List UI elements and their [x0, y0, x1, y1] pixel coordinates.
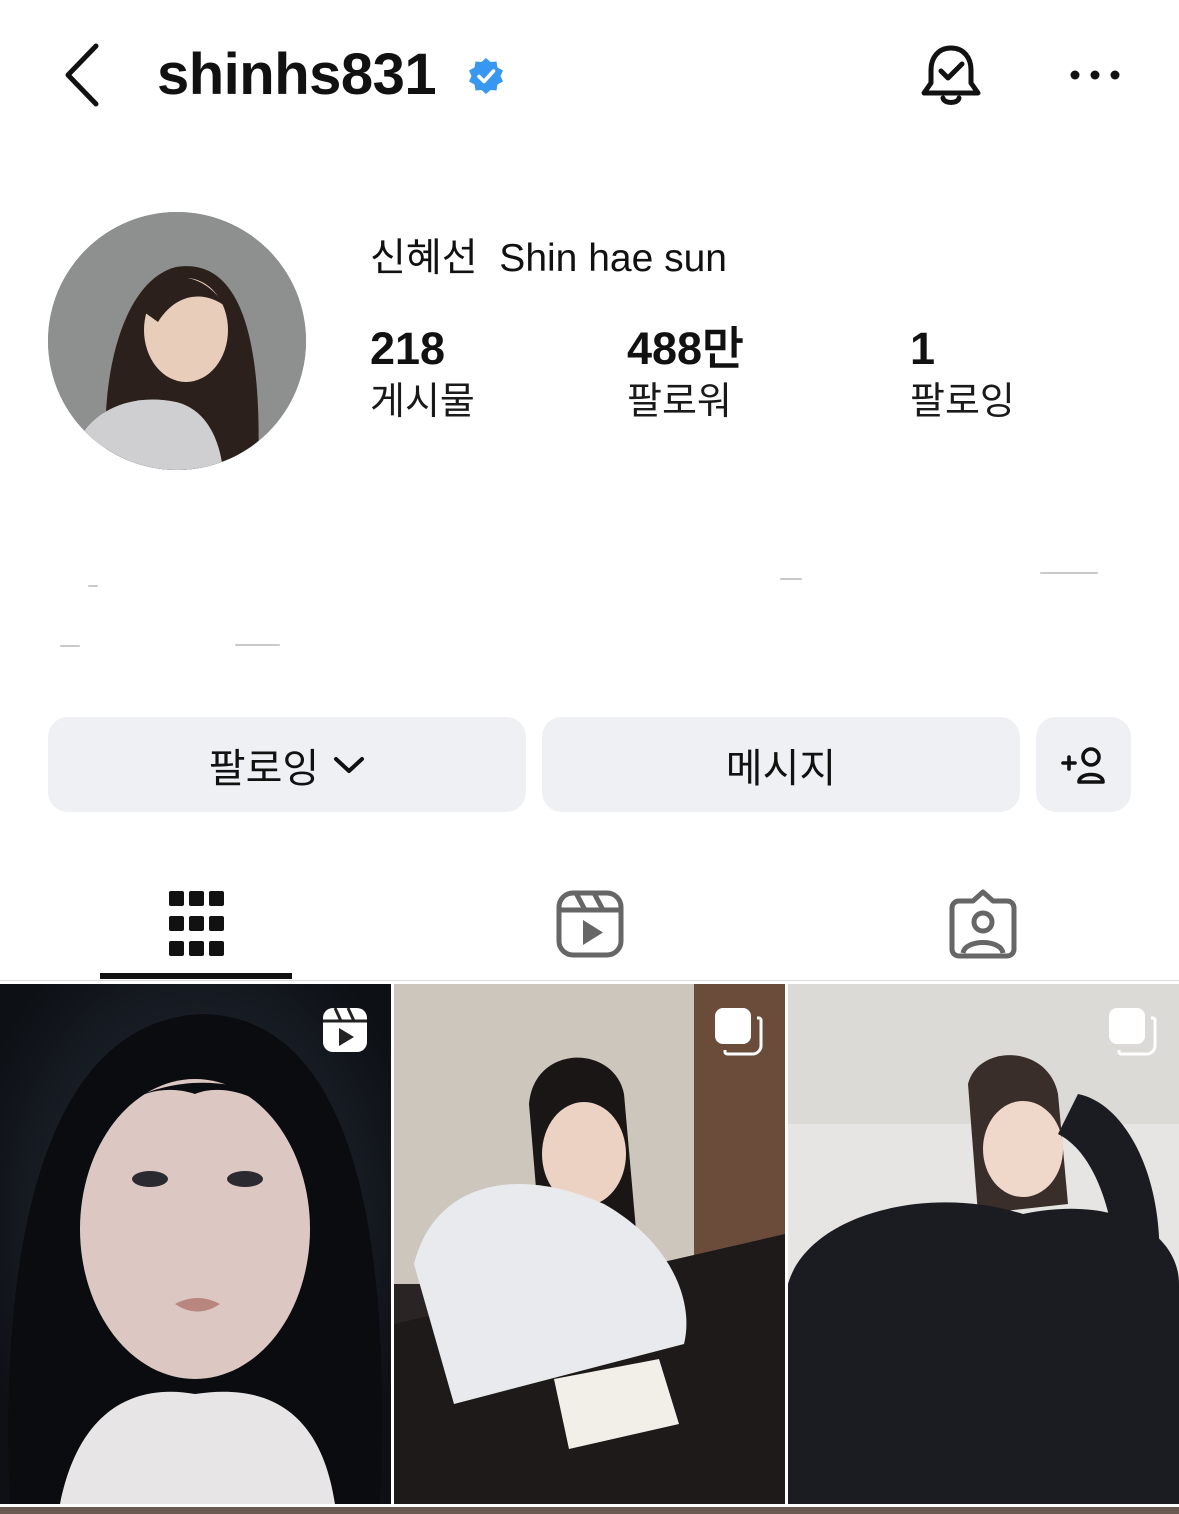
bio-remnant — [88, 585, 98, 587]
active-tab-indicator — [100, 973, 292, 979]
carousel-icon — [715, 1008, 763, 1056]
bio-remnant — [60, 645, 80, 647]
message-button-label: 메시지 — [725, 746, 837, 791]
tagged-person-icon — [949, 889, 1016, 959]
post-image — [0, 984, 391, 1504]
more-options-button[interactable] — [1065, 55, 1125, 95]
followers-label[interactable]: 팔로워 — [627, 378, 732, 426]
notification-bell-check-icon — [921, 45, 981, 105]
display-name: 신혜선 Shin hae sun — [370, 237, 727, 280]
tab-posts[interactable] — [0, 870, 393, 978]
notification-bell-button[interactable] — [916, 40, 986, 110]
suggested-users-button[interactable] — [1036, 717, 1131, 812]
message-button[interactable]: 메시지 — [542, 717, 1020, 812]
posts-label[interactable]: 게시물 — [370, 378, 475, 426]
back-button[interactable] — [58, 40, 108, 110]
post-thumbnail[interactable] — [394, 984, 785, 1504]
following-label[interactable]: 팔로잉 — [910, 378, 1015, 426]
following-button-label: 팔로잉 — [208, 746, 320, 791]
following-dropdown-button[interactable]: 팔로잉 — [48, 717, 526, 812]
profile-username: shinhs831 — [157, 42, 437, 107]
verified-badge-icon — [467, 57, 505, 95]
followers-count[interactable]: 488만 — [627, 322, 743, 376]
grid-icon — [168, 891, 224, 956]
more-dots-icon — [1070, 70, 1120, 80]
following-count[interactable]: 1 — [910, 322, 935, 376]
chevron-down-icon — [334, 756, 365, 773]
avatar[interactable] — [48, 212, 306, 470]
profile-photo — [48, 212, 306, 470]
post-image — [394, 984, 785, 1504]
add-user-icon — [1060, 746, 1105, 784]
bio-remnant — [235, 644, 280, 646]
posts-count[interactable]: 218 — [370, 322, 445, 376]
post-thumbnail[interactable] — [788, 984, 1179, 1504]
tab-tagged[interactable] — [786, 870, 1179, 978]
tab-reels[interactable] — [393, 870, 786, 978]
carousel-icon — [1109, 1008, 1157, 1056]
tab-divider — [0, 980, 1179, 981]
bio-remnant — [780, 578, 802, 580]
post-image — [788, 984, 1179, 1504]
next-row-thumbnails[interactable] — [0, 1507, 1179, 1514]
bio-remnant — [1040, 572, 1098, 574]
reels-icon — [323, 1007, 367, 1052]
chevron-left-icon — [65, 43, 99, 107]
reels-icon — [556, 890, 623, 958]
post-thumbnail[interactable] — [0, 984, 391, 1504]
